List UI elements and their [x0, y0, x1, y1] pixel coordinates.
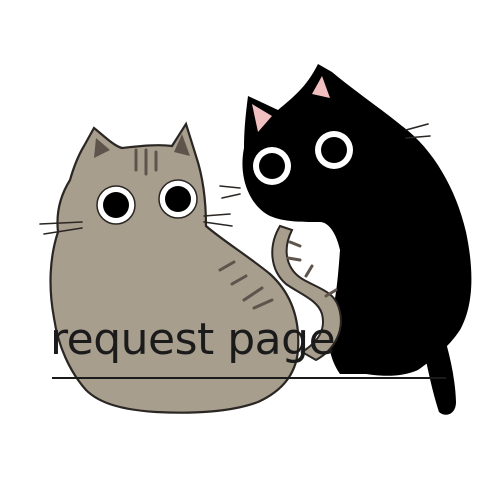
- gray-cat-eye-right-pupil: [165, 186, 191, 212]
- cats-illustration: [39, 64, 472, 415]
- caption-text: request page: [50, 314, 336, 365]
- black-cat-eye-right-pupil: [321, 137, 347, 163]
- black-cat-eye-left-pupil: [259, 153, 285, 179]
- stage: request page: [0, 0, 504, 503]
- gray-cat-eye-left-pupil: [103, 192, 129, 218]
